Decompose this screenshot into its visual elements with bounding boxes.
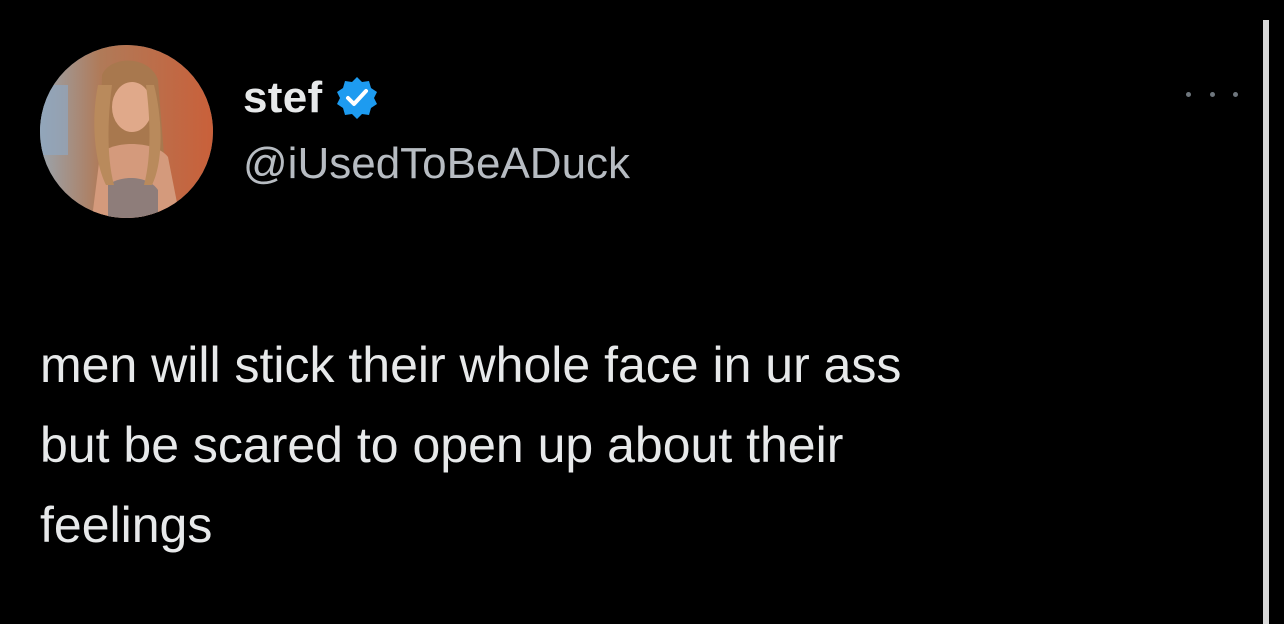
- avatar[interactable]: [40, 45, 213, 218]
- tweet-text: men will stick their whole face in ur as…: [40, 337, 902, 553]
- more-dot: [1233, 91, 1238, 97]
- scrollbar[interactable]: [1263, 20, 1269, 624]
- display-name[interactable]: stef: [243, 76, 322, 120]
- avatar-photo: [40, 45, 213, 218]
- more-dot: [1209, 91, 1215, 97]
- author-row: stef: [243, 70, 380, 126]
- user-handle[interactable]: @iUsedToBeADuck: [243, 139, 630, 188]
- tweet-card: stef @iUsedToBeADuck men will stick thei…: [0, 0, 1284, 624]
- more-options-icon[interactable]: [1186, 84, 1238, 104]
- verified-badge-icon: [334, 75, 380, 121]
- more-dot: [1186, 91, 1191, 97]
